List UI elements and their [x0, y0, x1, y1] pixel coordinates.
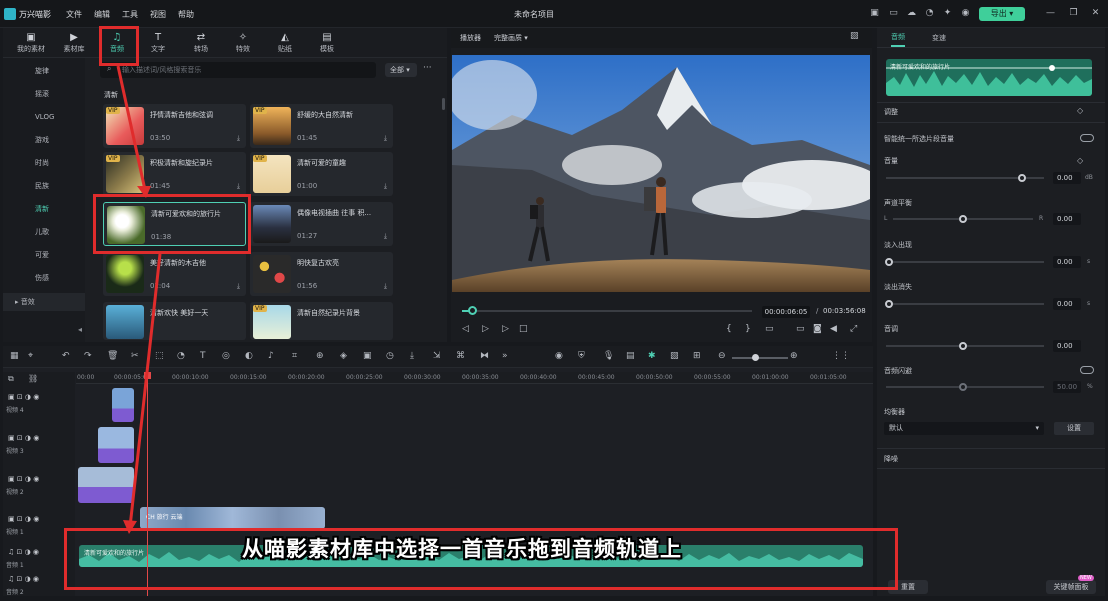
- annotation-arrows: [116, 65, 162, 534]
- tutorial-subtitle: 从喵影素材库中选择一首音乐拖到音频轨道上: [242, 537, 682, 561]
